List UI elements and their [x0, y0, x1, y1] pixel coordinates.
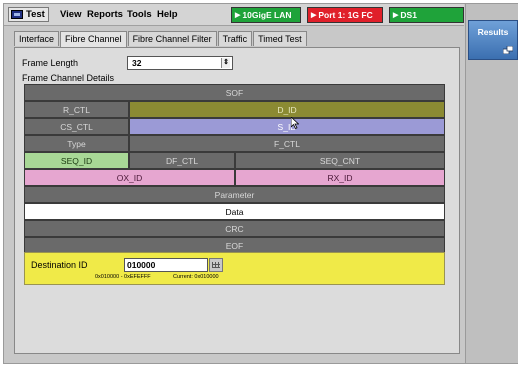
results-label: Results — [477, 27, 509, 37]
frame-row: R_CTL D_ID — [24, 101, 445, 118]
ds1-status-button[interactable]: ▶ DS1 — [389, 7, 464, 23]
port-status-button[interactable]: ▶ Port 1: 1G FC — [307, 7, 383, 23]
test-menu-label: Test — [26, 9, 45, 20]
destination-id-input[interactable]: 010000 — [124, 258, 208, 272]
fibre-channel-panel: Frame Length 32 ⇕ Frame Channel Details … — [14, 47, 460, 354]
results-panel: Results — [465, 4, 518, 363]
rx-id-field[interactable]: RX_ID — [235, 169, 445, 186]
destination-id-label: Destination ID — [31, 260, 88, 270]
ds1-status-label: DS1 — [400, 10, 417, 20]
cs-ctl-field[interactable]: CS_CTL — [24, 118, 129, 135]
mouse-cursor-icon — [291, 117, 299, 129]
frame-row: CRC — [24, 220, 445, 237]
destination-id-current: Current: 0x010000 — [173, 274, 219, 280]
results-window-icon — [503, 46, 513, 54]
frame-row: Parameter — [24, 186, 445, 203]
test-menu[interactable]: Test — [8, 7, 49, 22]
frame-row: Data — [24, 203, 445, 220]
dropdown-arrow-icon: ⇕ — [221, 58, 230, 68]
frame-length-label: Frame Length — [22, 58, 79, 68]
help-menu[interactable]: Help — [157, 9, 178, 20]
parameter-field[interactable]: Parameter — [24, 186, 445, 203]
tab-timed-test[interactable]: Timed Test — [253, 31, 307, 46]
frame-row: SOF — [24, 84, 445, 101]
frame-row: OX_ID RX_ID — [24, 169, 445, 186]
frame-length-value: 32 — [132, 58, 142, 68]
tab-traffic[interactable]: Traffic — [217, 31, 253, 46]
test-icon — [11, 10, 23, 19]
seq-cnt-field[interactable]: SEQ_CNT — [235, 152, 445, 169]
play-arrow-icon: ▶ — [235, 12, 241, 19]
play-arrow-icon: ▶ — [311, 12, 317, 19]
lan-status-button[interactable]: ▶ 10GigE LAN — [231, 7, 301, 23]
tools-menu[interactable]: Tools — [127, 9, 152, 20]
df-ctl-field[interactable]: DF_CTL — [129, 152, 235, 169]
view-menu[interactable]: View — [60, 9, 81, 20]
port-status-label: Port 1: 1G FC — [318, 10, 373, 20]
frame-row: CS_CTL S_ID — [24, 118, 445, 135]
results-button[interactable]: Results — [468, 20, 518, 60]
reports-menu[interactable]: Reports — [87, 9, 123, 20]
frame-row: SEQ_ID DF_CTL SEQ_CNT — [24, 152, 445, 169]
play-arrow-icon: ▶ — [393, 12, 399, 19]
lan-status-label: 10GigE LAN — [242, 10, 292, 20]
crc-field: CRC — [24, 220, 445, 237]
r-ctl-field[interactable]: R_CTL — [24, 101, 129, 118]
f-ctl-field[interactable]: F_CTL — [129, 135, 445, 152]
sof-field: SOF — [24, 84, 445, 101]
frame-row: Type F_CTL — [24, 135, 445, 152]
d-id-field[interactable]: D_ID — [129, 101, 445, 118]
data-field[interactable]: Data — [24, 203, 445, 220]
tab-bar: Interface Fibre Channel Fibre Channel Fi… — [14, 31, 308, 48]
type-field[interactable]: Type — [24, 135, 129, 152]
destination-id-panel: Destination ID 010000 0x010000 - 0xEFEFF… — [24, 252, 445, 285]
keypad-icon[interactable] — [209, 258, 223, 272]
menu-bar: Test View Reports Tools Help ▶ 10GigE LA… — [4, 4, 464, 26]
app-window: Test View Reports Tools Help ▶ 10GigE LA… — [3, 3, 518, 364]
ox-id-field[interactable]: OX_ID — [24, 169, 235, 186]
frame-length-select[interactable]: 32 ⇕ — [127, 56, 233, 70]
frame-details-label: Frame Channel Details — [22, 73, 115, 83]
tab-fibre-channel[interactable]: Fibre Channel — [60, 31, 127, 48]
seq-id-field[interactable]: SEQ_ID — [24, 152, 129, 169]
tab-fibre-channel-filter[interactable]: Fibre Channel Filter — [127, 31, 217, 46]
tab-interface[interactable]: Interface — [14, 31, 60, 46]
destination-id-range: 0x010000 - 0xEFEFFF — [95, 274, 151, 280]
frame-header-grid: SOF R_CTL D_ID CS_CTL S_ID Type F_CTL SE… — [24, 84, 445, 254]
s-id-field[interactable]: S_ID — [129, 118, 445, 135]
